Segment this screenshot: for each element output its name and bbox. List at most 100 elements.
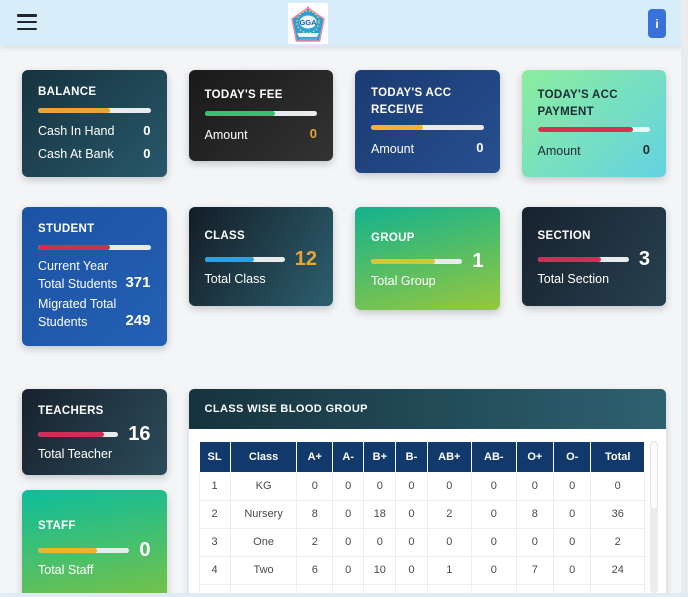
table-cell: 0: [364, 528, 396, 556]
school-logo: GGA: [288, 3, 328, 44]
info-button[interactable]: i: [648, 9, 666, 38]
stat-value: 1: [472, 251, 483, 271]
svg-text:GGA: GGA: [299, 18, 317, 27]
stat-label: Total Staff: [38, 563, 151, 577]
stat-row-value: 371: [125, 272, 150, 294]
amount-label: Amount: [371, 140, 414, 158]
table-cell: 0: [472, 556, 517, 584]
table-cell: 0: [333, 500, 364, 528]
table-scrollbar[interactable]: [650, 441, 658, 593]
amount-row: Amount 0: [371, 139, 484, 158]
page-scrollbar[interactable]: [681, 0, 688, 597]
table-cell: 2: [199, 500, 230, 528]
stat-value: 16: [128, 424, 150, 444]
table-cell: 2: [427, 500, 472, 528]
group-card: GROUP 1 Total Group: [355, 207, 500, 310]
card-title: STUDENT: [38, 221, 151, 238]
stat-row-value: 249: [125, 310, 150, 332]
student-rows: Current Year Total Students371Migrated T…: [38, 255, 151, 332]
table-cell: 0: [333, 472, 364, 500]
table-cell: Two: [230, 556, 297, 584]
table-cell: 0: [396, 472, 427, 500]
card-title: BALANCE: [38, 84, 151, 101]
table-row: 4Two60100107024: [199, 556, 645, 584]
column-header: A-: [333, 441, 364, 472]
table-cell: 0: [516, 528, 553, 556]
progress-bar: [38, 432, 118, 437]
gga-logo-icon: GGA: [290, 5, 326, 43]
blood-group-panel: CLASS WISE BLOOD GROUP SLClassA+A-B+B-AB…: [189, 389, 667, 597]
stat-middle: 1: [371, 251, 484, 271]
hamburger-menu-icon[interactable]: [17, 14, 37, 30]
stat-middle: 0: [38, 540, 151, 560]
column-header: Class: [230, 441, 297, 472]
table-cell: 0: [554, 556, 591, 584]
progress-bar: [371, 125, 484, 130]
stat-value: 0: [139, 540, 150, 560]
stat-label: Total Section: [538, 272, 651, 286]
stat-row: Current Year Total Students371: [38, 257, 151, 293]
staff-card: STAFF 0 Total Staff: [22, 490, 167, 597]
stat-row-label: Current Year Total Students: [38, 257, 122, 293]
table-cell: 0: [591, 472, 645, 500]
table-cell: 3: [199, 528, 230, 556]
table-header-row: SLClassA+A-B+B-AB+AB-O+O-Total: [199, 441, 645, 472]
table-cell: Nursery: [230, 500, 297, 528]
card-title: SECTION: [538, 228, 651, 245]
progress-bar: [538, 257, 629, 262]
table-cell: 0: [396, 500, 427, 528]
stat-label: Total Group: [371, 274, 484, 288]
card-title: TODAY'S ACC RECEIVE: [371, 85, 484, 118]
table-cell: 7: [516, 556, 553, 584]
amount-row: Amount 0: [538, 141, 651, 160]
column-header: B-: [396, 441, 427, 472]
table-cell: 0: [297, 472, 333, 500]
table-cell: 0: [427, 472, 472, 500]
table-cell: 0: [333, 528, 364, 556]
table-cell: 0: [396, 556, 427, 584]
stat-middle: 12: [205, 249, 318, 269]
table-cell: 1: [199, 472, 230, 500]
column-header: O+: [516, 441, 553, 472]
amount-label: Amount: [205, 126, 248, 144]
panel-title: CLASS WISE BLOOD GROUP: [189, 389, 667, 429]
panel-body: SLClassA+A-B+B-AB+AB-O+O-Total 1KG000000…: [189, 429, 667, 597]
table-scroll-area: SLClassA+A-B+B-AB+AB-O+O-Total 1KG000000…: [199, 441, 646, 597]
card-title: CLASS: [205, 228, 318, 245]
stat-label: Total Class: [205, 272, 318, 286]
stat-row-label: Migrated Total Students: [38, 295, 122, 331]
amount-label: Amount: [538, 142, 581, 160]
stat-row: Cash In Hand 0: [38, 122, 151, 141]
column-header: SL: [199, 441, 230, 472]
stat-row-value: 0: [143, 122, 150, 141]
table-cell: 18: [364, 500, 396, 528]
table-cell: 4: [199, 556, 230, 584]
blood-group-table: SLClassA+A-B+B-AB+AB-O+O-Total 1KG000000…: [199, 441, 646, 597]
table-cell: 6: [297, 556, 333, 584]
top-navbar: GGA i: [0, 0, 688, 46]
table-cell: 0: [516, 472, 553, 500]
table-cell: 0: [364, 472, 396, 500]
table-row: 3One200000002: [199, 528, 645, 556]
balance-rows: Cash In Hand0Cash At Bank0: [38, 118, 151, 164]
stat-row-label: Cash In Hand: [38, 122, 114, 140]
card-title: STAFF: [38, 518, 151, 535]
card-title: TODAY'S ACC PAYMENT: [538, 87, 651, 120]
summary-row-2: STUDENT Current Year Total Students371Mi…: [22, 207, 666, 345]
table-cell: 0: [333, 556, 364, 584]
table-cell: 2: [591, 528, 645, 556]
column-header: Total: [591, 441, 645, 472]
table-cell: 0: [554, 500, 591, 528]
column-header: O-: [554, 441, 591, 472]
stat-row-value: 0: [143, 145, 150, 164]
table-scrollbar-thumb[interactable]: [650, 441, 658, 511]
amount-value: 0: [310, 125, 317, 144]
section-card: SECTION 3 Total Section: [522, 207, 667, 306]
stat-value: 3: [639, 249, 650, 269]
balance-card: BALANCE Cash In Hand0Cash At Bank0: [22, 70, 167, 177]
stat-label: Total Teacher: [38, 447, 151, 461]
progress-bar: [538, 127, 651, 132]
table-cell: 8: [297, 500, 333, 528]
card-title: TODAY'S FEE: [205, 87, 318, 104]
horizontal-scrollbar[interactable]: [0, 593, 688, 597]
